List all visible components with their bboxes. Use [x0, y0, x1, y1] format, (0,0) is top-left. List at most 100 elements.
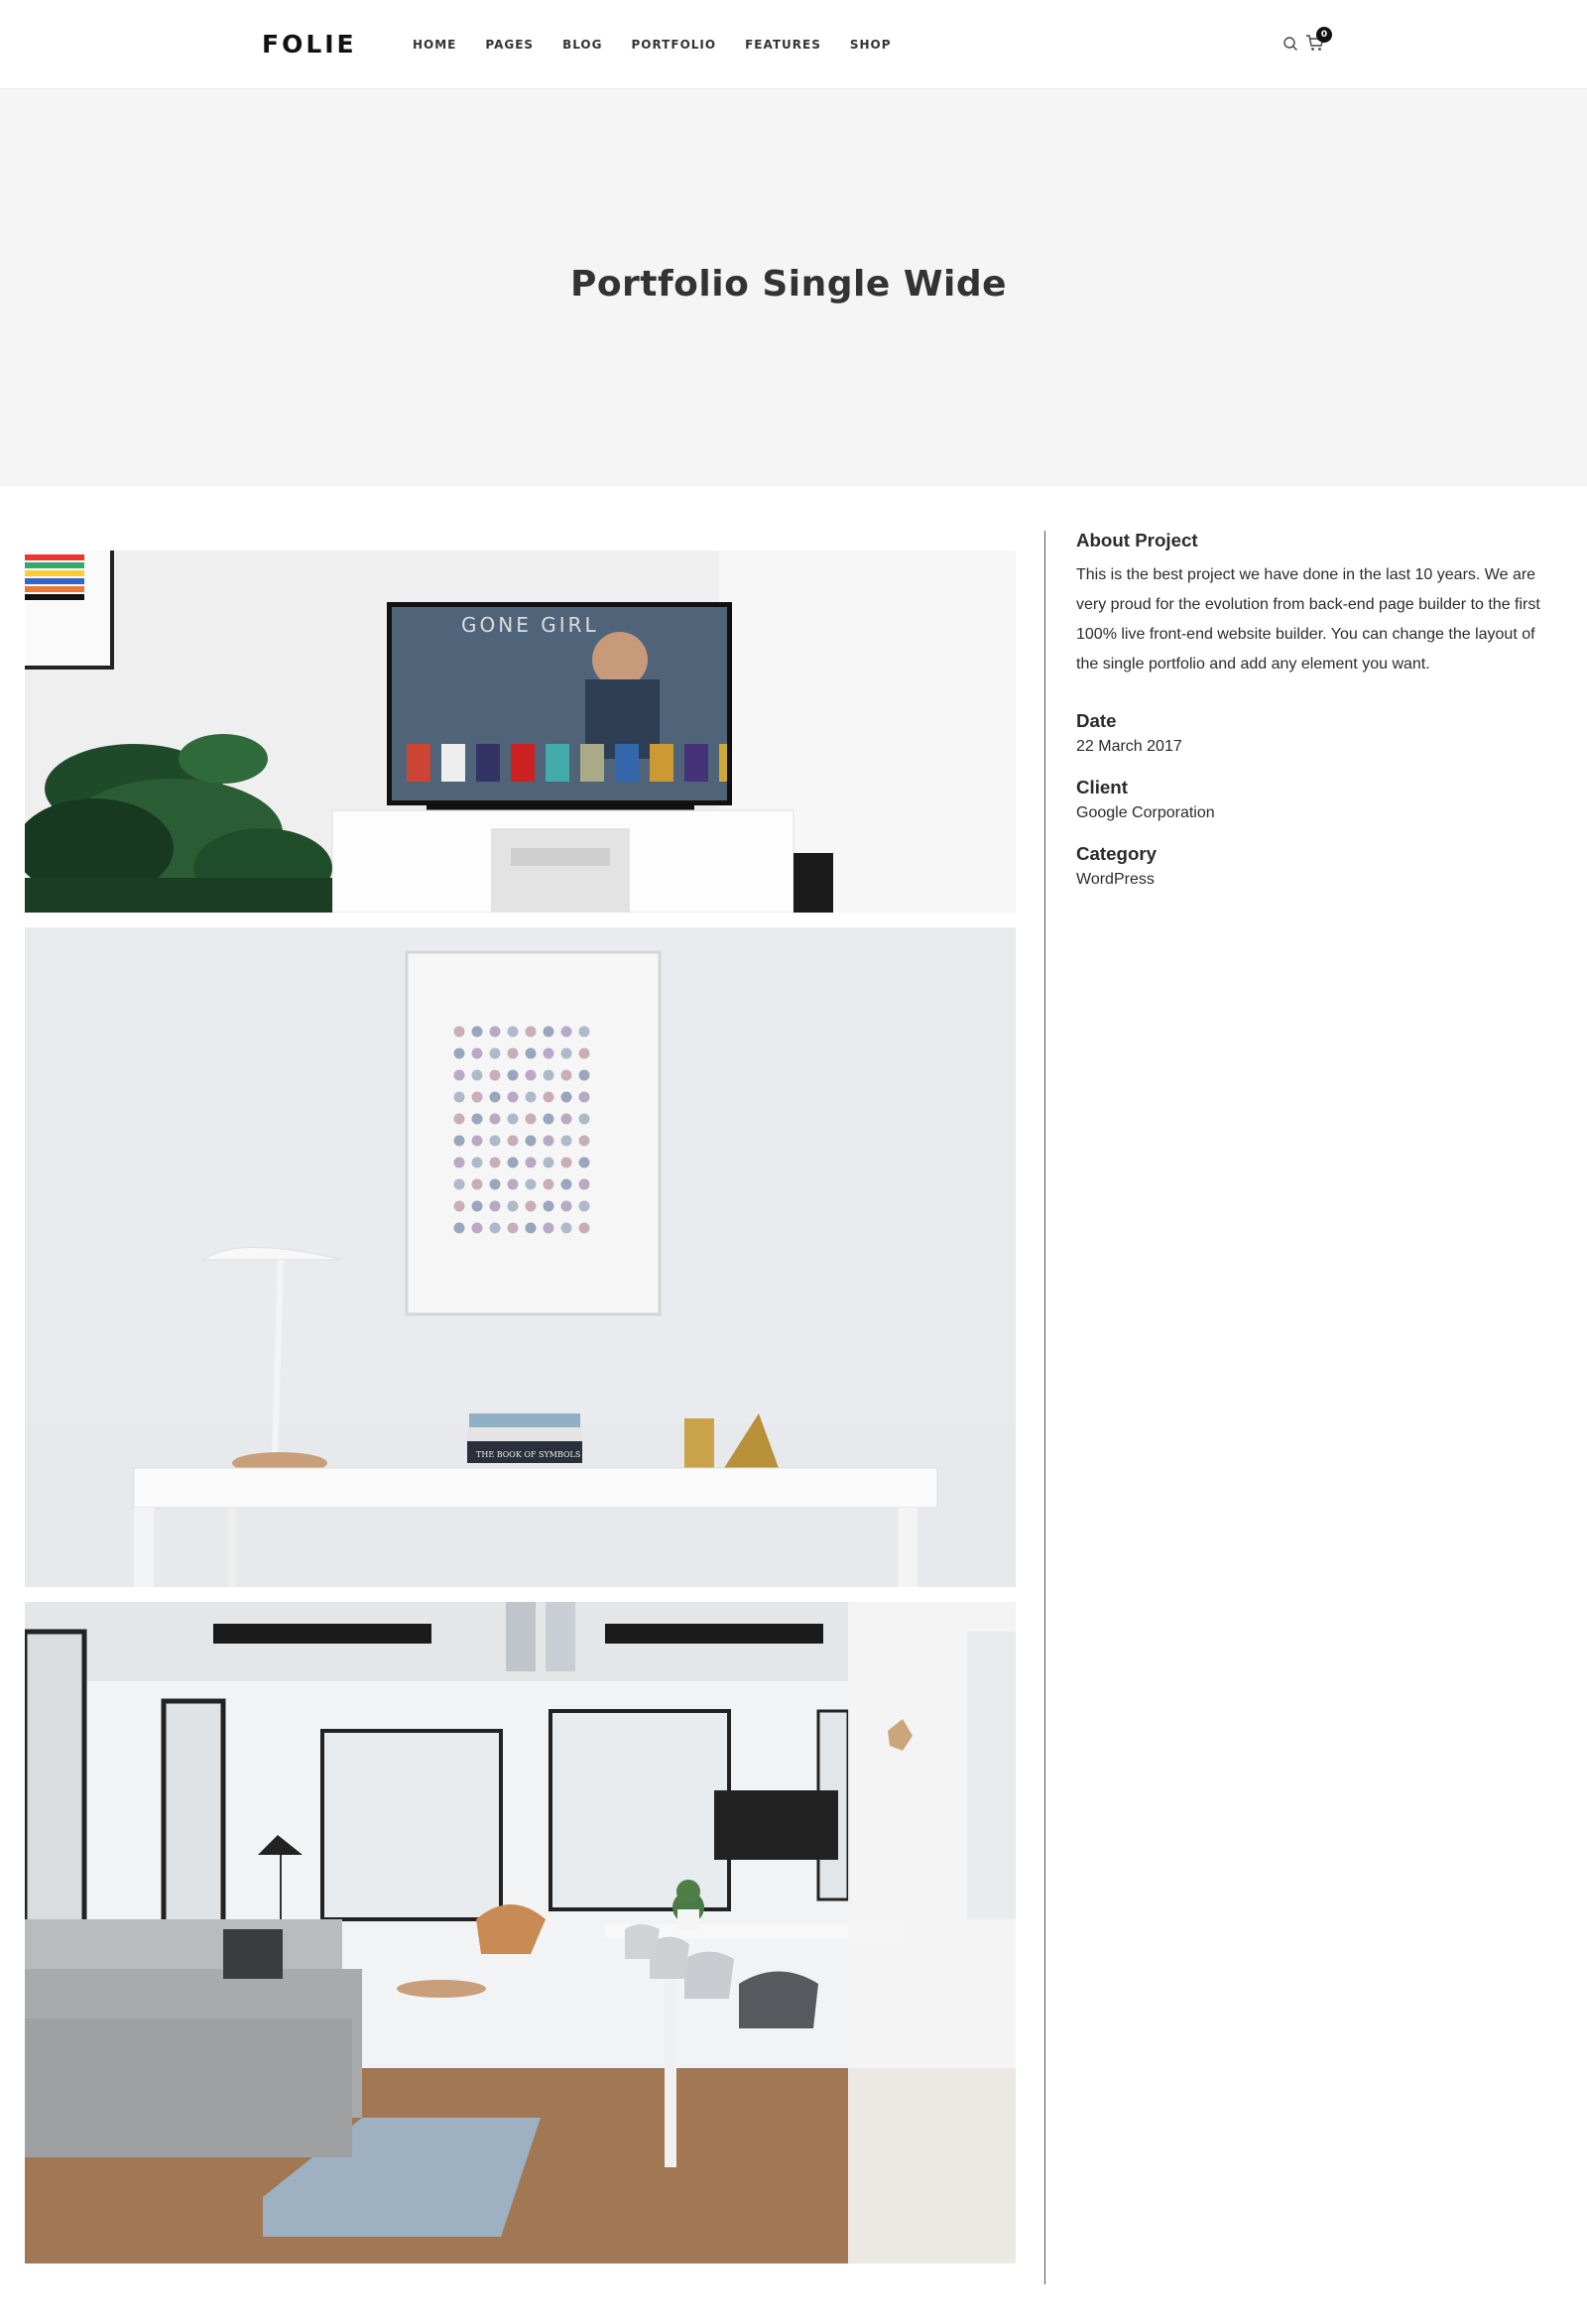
- loft-illustration: [25, 1602, 1016, 2263]
- art-dot: [507, 1047, 519, 1059]
- art-dot: [471, 1178, 483, 1190]
- art-dot: [560, 1222, 572, 1234]
- art-dot: [525, 1047, 537, 1059]
- nav-portfolio[interactable]: PORTFOLIO: [631, 38, 716, 52]
- art-dot: [578, 1047, 590, 1059]
- art-dot: [543, 1222, 554, 1234]
- art-dot: [471, 1222, 483, 1234]
- art-dot: [507, 1157, 519, 1168]
- logo-text: FOLIE: [262, 29, 357, 59]
- portfolio-image-loft[interactable]: [25, 1602, 1016, 2263]
- nav-home[interactable]: HOME: [413, 38, 456, 52]
- art-dot: [507, 1026, 519, 1038]
- art-dot: [543, 1026, 554, 1038]
- art-dot: [507, 1091, 519, 1103]
- art-dot: [471, 1200, 483, 1212]
- about-project-text: This is the best project we have done in…: [1076, 566, 1540, 673]
- nav-blog[interactable]: BLOG: [562, 38, 602, 52]
- art-dot: [453, 1069, 465, 1081]
- art-dot: [453, 1157, 465, 1168]
- art-dot: [453, 1091, 465, 1103]
- art-dot: [560, 1091, 572, 1103]
- art-dot: [560, 1113, 572, 1125]
- art-dot: [578, 1135, 590, 1147]
- art-dot: [543, 1069, 554, 1081]
- art-dot: [525, 1157, 537, 1168]
- art-dot: [560, 1069, 572, 1081]
- art-dot: [507, 1135, 519, 1147]
- logo[interactable]: FOLIE: [262, 29, 357, 59]
- art-dot: [453, 1026, 465, 1038]
- art-dot: [453, 1047, 465, 1059]
- art-dot: [578, 1113, 590, 1125]
- art-dot: [489, 1178, 501, 1190]
- portfolio-image-desk[interactable]: THE BOOK OF SYMBOLS: [25, 927, 1016, 1587]
- category-value[interactable]: WordPress: [1076, 871, 1552, 889]
- about-project-title: About Project: [1076, 530, 1198, 550]
- art-dot: [560, 1200, 572, 1212]
- art-dot: [489, 1200, 501, 1212]
- nav-shop[interactable]: SHOP: [850, 38, 892, 52]
- cart-count-badge: 0: [1316, 27, 1332, 43]
- nav-features[interactable]: FEATURES: [745, 38, 821, 52]
- art-dot: [453, 1200, 465, 1212]
- art-dot: [525, 1026, 537, 1038]
- category-title: Category: [1076, 843, 1158, 864]
- art-dot: [578, 1026, 590, 1038]
- client-value: Google Corporation: [1076, 804, 1215, 821]
- art-dot: [507, 1069, 519, 1081]
- art-dot: [578, 1178, 590, 1190]
- art-dot: [489, 1135, 501, 1147]
- art-dot: [453, 1113, 465, 1125]
- art-dot: [560, 1047, 572, 1059]
- portfolio-image-tv-room[interactable]: GONE GIRL: [25, 550, 1016, 913]
- art-dot: [489, 1069, 501, 1081]
- art-dot: [471, 1157, 483, 1168]
- client-title: Client: [1076, 777, 1128, 797]
- page-hero: Portfolio Single Wide: [0, 89, 1587, 486]
- art-dot: [578, 1222, 590, 1234]
- art-dot: [578, 1069, 590, 1081]
- art-dot: [543, 1091, 554, 1103]
- book-title: THE BOOK OF SYMBOLS: [476, 1450, 580, 1459]
- page-title: Portfolio Single Wide: [569, 264, 1008, 305]
- tv-room-illustration: GONE GIRL: [25, 550, 1016, 913]
- art-dot: [525, 1200, 537, 1212]
- art-dot: [543, 1200, 554, 1212]
- art-dot: [489, 1113, 501, 1125]
- art-dot: [507, 1200, 519, 1212]
- date-value: 22 March 2017: [1076, 738, 1182, 755]
- search-icon[interactable]: [1282, 36, 1298, 52]
- sidebar-divider: [1044, 531, 1045, 2284]
- tv-title: GONE GIRL: [461, 613, 599, 637]
- art-dot: [543, 1157, 554, 1168]
- art-dot: [560, 1157, 572, 1168]
- art-dot: [543, 1135, 554, 1147]
- art-dot: [471, 1113, 483, 1125]
- art-dot: [453, 1135, 465, 1147]
- art-dot: [489, 1026, 501, 1038]
- date-title: Date: [1076, 710, 1117, 731]
- art-dot: [489, 1222, 501, 1234]
- art-dot: [507, 1178, 519, 1190]
- nav-pages[interactable]: PAGES: [485, 38, 534, 52]
- art-dot: [471, 1069, 483, 1081]
- main-nav: HOME PAGES BLOG PORTFOLIO FEATURES SHOP: [413, 38, 920, 52]
- art-dot: [560, 1026, 572, 1038]
- art-dot: [453, 1222, 465, 1234]
- art-dot: [471, 1026, 483, 1038]
- art-dot: [507, 1222, 519, 1234]
- art-dot: [489, 1157, 501, 1168]
- art-dot: [578, 1200, 590, 1212]
- art-dot: [578, 1157, 590, 1168]
- art-dot: [525, 1091, 537, 1103]
- art-dot: [560, 1135, 572, 1147]
- desk-illustration: THE BOOK OF SYMBOLS: [25, 927, 1016, 1587]
- art-dot: [453, 1178, 465, 1190]
- art-dot: [471, 1047, 483, 1059]
- art-dot: [578, 1091, 590, 1103]
- art-dot: [507, 1113, 519, 1125]
- art-dot: [525, 1135, 537, 1147]
- art-dot: [471, 1091, 483, 1103]
- art-dot: [525, 1178, 537, 1190]
